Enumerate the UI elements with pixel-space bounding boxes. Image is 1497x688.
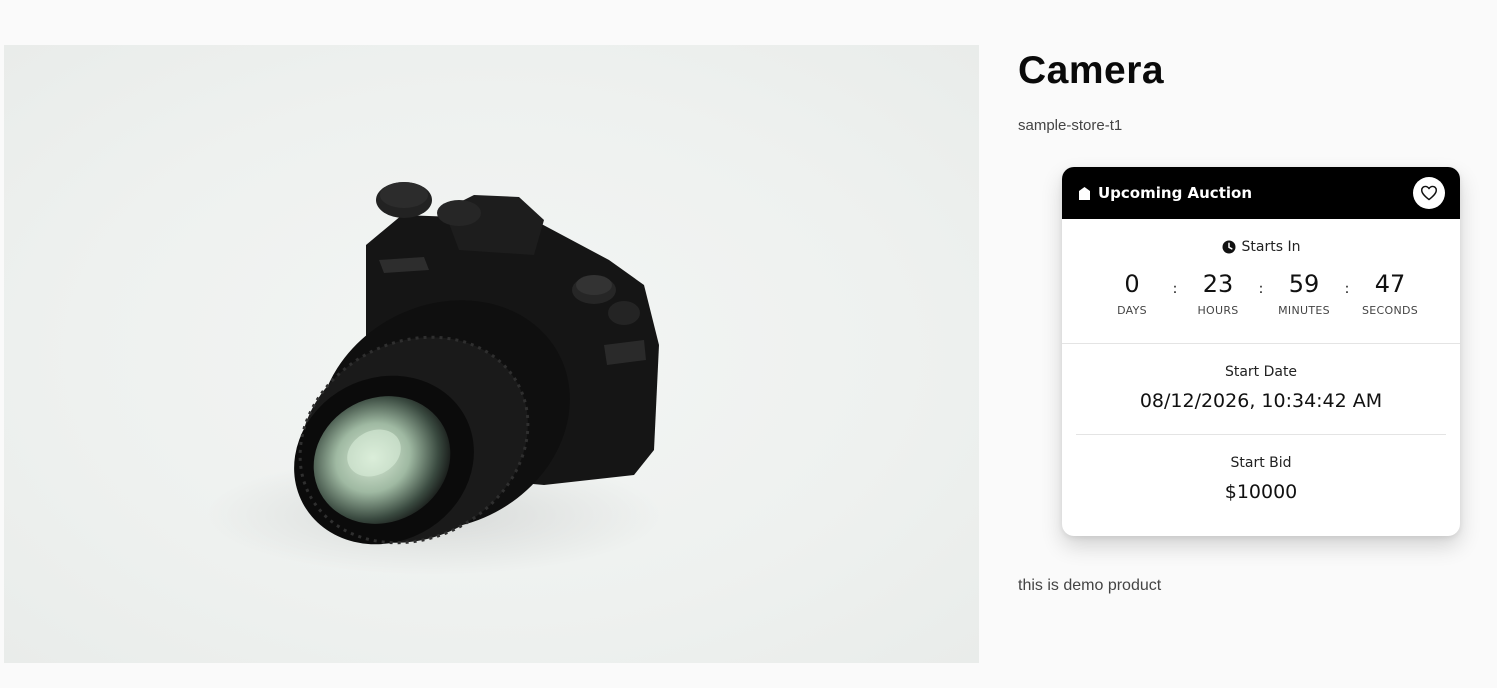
start-date-section: Start Date 08/12/2026, 10:34:42 AM xyxy=(1062,344,1460,412)
start-date-label: Start Date xyxy=(1224,364,1298,380)
countdown-days: 0 DAYS xyxy=(1097,271,1167,317)
start-bid-label: Start Bid xyxy=(1230,455,1292,471)
countdown-separator: : xyxy=(1344,281,1350,297)
auction-header-title: Upcoming Auction xyxy=(1078,184,1252,202)
clock-icon xyxy=(1222,240,1236,254)
countdown-value: 59 xyxy=(1288,270,1320,298)
product-title: Camera xyxy=(1018,49,1165,92)
countdown-label: MINUTES xyxy=(1278,304,1330,317)
countdown-minutes: 59 MINUTES xyxy=(1269,271,1339,317)
auction-card-header: Upcoming Auction xyxy=(1062,167,1460,219)
countdown-timer: 0 DAYS : 23 HOURS : 59 MINUTES : 47 SECO… xyxy=(1062,271,1460,331)
store-name[interactable]: sample-store-t1 xyxy=(1018,117,1122,134)
countdown-label: DAYS xyxy=(1117,304,1147,317)
start-bid-value: $10000 xyxy=(1224,481,1298,503)
countdown-value: 23 xyxy=(1202,270,1234,298)
countdown-label: SECONDS xyxy=(1361,304,1419,317)
countdown-separator: : xyxy=(1258,281,1264,297)
product-image xyxy=(4,45,979,663)
heart-icon xyxy=(1421,185,1437,201)
start-bid-section: Start Bid $10000 xyxy=(1062,435,1460,503)
countdown-label: HOURS xyxy=(1197,304,1239,317)
countdown-value: 47 xyxy=(1374,270,1406,298)
countdown-separator: : xyxy=(1172,281,1178,297)
starts-in: Starts In xyxy=(1062,239,1460,255)
auction-status-label: Upcoming Auction xyxy=(1098,184,1252,202)
camera-illustration xyxy=(204,182,664,575)
countdown-seconds: 47 SECONDS xyxy=(1355,271,1425,317)
countdown-hours: 23 HOURS xyxy=(1183,271,1253,317)
start-date-value: 08/12/2026, 10:34:42 AM xyxy=(1139,390,1383,412)
auction-card: Upcoming Auction Starts In 0 DAYS : 23 H… xyxy=(1062,167,1460,536)
product-description: this is demo product xyxy=(1018,577,1162,594)
starts-in-label: Starts In xyxy=(1241,239,1301,255)
favorite-button[interactable] xyxy=(1413,177,1445,209)
countdown-value: 0 xyxy=(1124,270,1140,298)
tag-icon xyxy=(1078,186,1091,201)
